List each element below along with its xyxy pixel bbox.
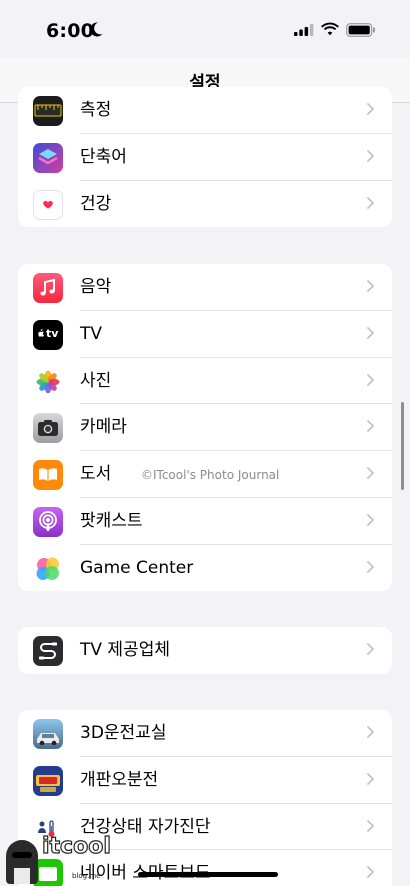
chevron-right-icon [367,514,374,526]
settings-row-label: 사진 [80,370,112,391]
settings-row-label: 음악 [80,277,112,297]
health-icon [33,189,63,220]
shortcuts-icon [33,142,63,173]
settings-row-music[interactable]: 음악 [18,264,392,311]
settings-row-health[interactable]: 건강 [18,181,392,227]
books-icon [33,460,63,491]
settings-row-tv[interactable]: tv TV [18,311,392,358]
game-center-icon [33,553,63,584]
chevron-right-icon [367,866,374,879]
logo-sunglasses [12,852,32,858]
tv-provider-icon [33,636,63,666]
settings-row-label: 도서 [80,464,112,485]
settings-group-2: 음악 tv TV 사진 카메라 도서 팟캐스트 Game Center [18,264,392,591]
settings-row-label: 측정 [80,100,112,120]
settings-row-3d-driving[interactable]: 3D운전교실 [18,710,392,757]
settings-row-label: 건강 [80,193,112,214]
logo-shirt [14,868,30,884]
settings-row-game-center[interactable]: Game Center [18,545,392,591]
chevron-right-icon [367,280,374,292]
apple-tv-icon: tv [33,319,63,350]
home-indicator[interactable] [138,872,278,877]
cellular-signal-icon [294,24,314,36]
chevron-right-icon [367,326,374,339]
settings-row-label: 카메라 [80,417,127,438]
focus-moon-icon [90,22,103,37]
settings-row-photos[interactable]: 사진 [18,358,392,405]
settings-row-label: 개판오분전 [80,769,159,790]
photo-watermark: ©ITcool's Photo Journal [141,468,280,482]
settings-row-gaepan[interactable]: 개판오분전 [18,757,392,804]
podcasts-icon [33,506,63,537]
settings-row-label: Game Center [80,557,194,578]
chevron-right-icon [367,772,374,785]
status-bar: 6:00 [0,0,410,58]
settings-row-label: TV 제공업체 [80,640,170,660]
status-time: 6:00 [46,20,95,42]
logo-subtext: blog.me [72,872,101,880]
measure-icon [33,96,63,126]
settings-row-tv-provider[interactable]: TV 제공업체 [18,627,392,674]
photos-icon [33,366,63,397]
music-icon [33,273,63,303]
settings-row-label: TV [80,323,103,344]
settings-group-1: 측정 단축어 건강 [18,87,392,227]
settings-row-measure[interactable]: 측정 [18,87,392,134]
chevron-right-icon [367,196,374,209]
settings-row-label: 3D운전교실 [80,723,167,743]
settings-row-label: 팟캐스트 [80,510,143,531]
settings-row-shortcuts[interactable]: 단축어 [18,134,392,181]
chevron-right-icon [367,467,374,480]
chevron-right-icon [367,726,374,738]
chevron-right-icon [367,420,374,433]
chevron-right-icon [367,373,374,386]
gaepan-app-icon [33,765,63,796]
apple-tv-glyph: tv [46,326,59,340]
blog-logo: itcool blog.me [2,833,112,884]
settings-row-podcasts[interactable]: 팟캐스트 [18,498,392,545]
chevron-right-icon [367,103,374,115]
chevron-right-icon [367,819,374,832]
settings-row-label: 단축어 [80,146,127,167]
scroll-indicator[interactable] [401,402,404,490]
chevron-right-icon [367,560,374,573]
3d-driving-app-icon [33,719,63,749]
camera-icon [33,413,63,444]
chevron-right-icon [367,149,374,162]
chevron-right-icon [367,643,374,655]
wifi-icon [321,22,339,36]
logo-text: itcool [41,833,111,859]
settings-group-3: TV 제공업체 [18,627,392,674]
battery-icon [346,23,375,37]
settings-row-camera[interactable]: 카메라 [18,404,392,452]
